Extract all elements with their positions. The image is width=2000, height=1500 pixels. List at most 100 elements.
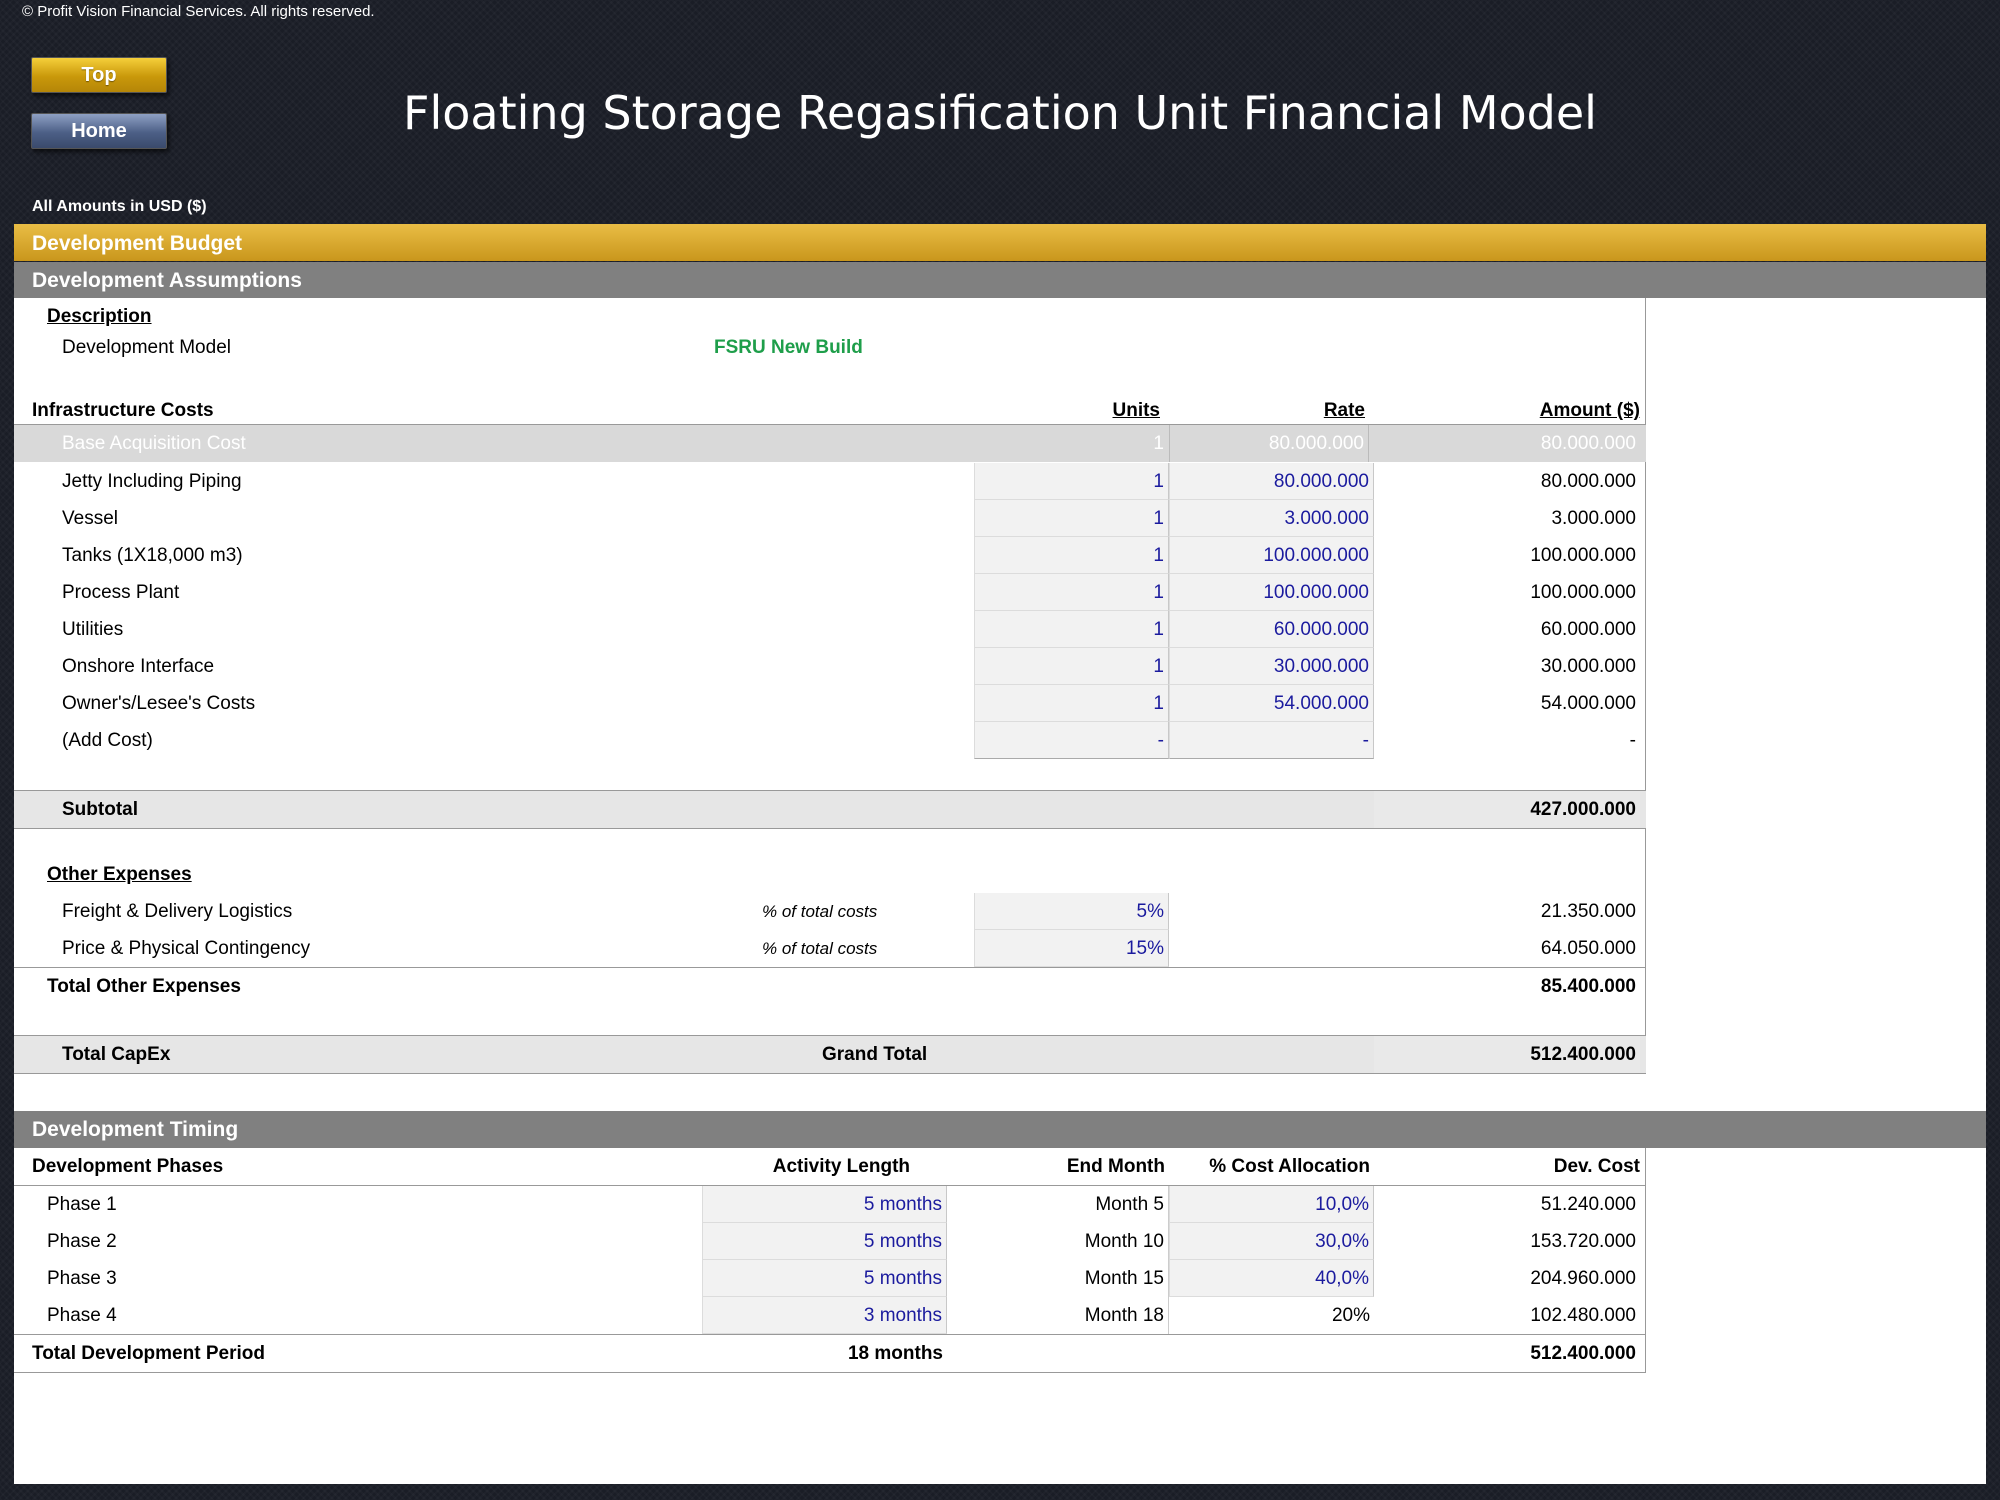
row-label: Onshore Interface [62, 656, 215, 677]
rate-cell: 80.000.000 [1169, 425, 1369, 462]
cost-allocation-input[interactable]: 30,0% [1169, 1223, 1374, 1260]
basis-label: % of total costs [762, 902, 878, 921]
activity-length-header: Activity Length [772, 1156, 910, 1177]
dev-cost-header: Dev. Cost [1553, 1156, 1640, 1177]
end-month-cell: Month 10 [964, 1223, 1169, 1260]
table-row: Freight & Delivery Logistics % of total … [14, 893, 1646, 930]
amount-cell: 100.000.000 [1530, 545, 1636, 566]
cost-allocation-input[interactable]: 10,0% [1169, 1186, 1374, 1223]
amount-cell: 60.000.000 [1540, 619, 1636, 640]
currency-note: All Amounts in USD ($) [32, 198, 207, 215]
dev-cost-cell: 51.240.000 [1540, 1194, 1636, 1215]
grand-total-label: Grand Total [822, 1044, 928, 1065]
amount-cell: 64.050.000 [1540, 938, 1636, 959]
section-development-budget: Development Budget [14, 224, 1986, 261]
phases-header: Development Phases [32, 1156, 224, 1177]
development-model-label: Development Model [62, 337, 231, 358]
total-length-value: 18 months [847, 1343, 943, 1364]
rate-input[interactable]: - [1169, 722, 1374, 759]
row-label: (Add Cost) [62, 730, 153, 751]
page-title: Floating Storage Regasification Unit Fin… [403, 86, 1597, 140]
cost-allocation-header: % Cost Allocation [1209, 1156, 1370, 1177]
units-input[interactable]: 1 [974, 685, 1169, 722]
total-capex-value: 512.400.000 [1374, 1036, 1640, 1073]
table-row: Utilities 1 60.000.000 60.000.000 [14, 611, 1646, 648]
total-other-expenses-label: Total Other Expenses [47, 976, 241, 997]
rate-input[interactable]: 30.000.000 [1169, 648, 1374, 685]
activity-length-input[interactable]: 5 months [702, 1186, 947, 1223]
subtotal-value: 427.000.000 [1374, 791, 1640, 828]
other-expenses-heading: Other Expenses [47, 864, 192, 885]
phase-label: Phase 1 [47, 1194, 117, 1215]
amount-cell: 21.350.000 [1540, 901, 1636, 922]
end-month-cell: Month 5 [964, 1186, 1169, 1223]
total-development-row: Total Development Period 18 months 512.4… [14, 1335, 1646, 1372]
percent-input[interactable]: 5% [974, 893, 1169, 930]
amount-cell: 80.000.000 [1540, 471, 1636, 492]
section-development-assumptions: Development Assumptions [14, 262, 1986, 299]
table-row: (Add Cost) - - - [14, 722, 1646, 759]
total-dev-cost-value: 512.400.000 [1530, 1343, 1636, 1364]
subtotal-label: Subtotal [62, 799, 138, 820]
end-month-cell: Month 18 [964, 1297, 1169, 1334]
activity-length-input[interactable]: 3 months [702, 1297, 947, 1334]
subtotal-row: Subtotal 427.000.000 [14, 791, 1646, 828]
units-input[interactable]: 1 [974, 648, 1169, 685]
amount-cell: 80.000.000 [1540, 433, 1636, 454]
units-input[interactable]: 1 [974, 611, 1169, 648]
cost-allocation-input[interactable]: 40,0% [1169, 1260, 1374, 1297]
phase-label: Phase 4 [47, 1305, 117, 1326]
row-label: Base Acquisition Cost [62, 433, 246, 454]
table-row: Onshore Interface 1 30.000.000 30.000.00… [14, 648, 1646, 685]
total-capex-label: Total CapEx [62, 1044, 171, 1065]
total-development-label: Total Development Period [32, 1343, 265, 1364]
rate-input[interactable]: 80.000.000 [1169, 463, 1374, 500]
units-input[interactable]: - [974, 722, 1169, 759]
dev-cost-cell: 102.480.000 [1530, 1305, 1636, 1326]
cost-allocation-cell: 20% [1331, 1305, 1370, 1326]
activity-length-input[interactable]: 5 months [702, 1223, 947, 1260]
units-input[interactable]: 1 [974, 574, 1169, 611]
rate-input[interactable]: 60.000.000 [1169, 611, 1374, 648]
row-label: Freight & Delivery Logistics [62, 901, 293, 922]
table-row: Phase 3 5 months Month 15 40,0% 204.960.… [14, 1260, 1646, 1297]
end-month-cell: Month 15 [964, 1260, 1169, 1297]
phase-label: Phase 2 [47, 1231, 117, 1252]
units-input[interactable]: 1 [974, 537, 1169, 574]
units-input[interactable]: 1 [974, 463, 1169, 500]
development-model-value[interactable]: FSRU New Build [714, 329, 863, 366]
section-development-timing: Development Timing [14, 1111, 1986, 1148]
total-other-expenses-row: Total Other Expenses 85.400.000 [14, 968, 1646, 1005]
table-row: Phase 2 5 months Month 10 30,0% 153.720.… [14, 1223, 1646, 1260]
amount-cell: 30.000.000 [1540, 656, 1636, 677]
rate-input[interactable]: 3.000.000 [1169, 500, 1374, 537]
assumptions-sheet: Description Development Model FSRU New B… [14, 298, 1646, 1074]
timing-sheet: Development Phases Activity Length End M… [14, 1148, 1646, 1373]
table-row: Phase 4 3 months Month 18 20% 102.480.00… [14, 1297, 1646, 1334]
amount-cell: 54.000.000 [1540, 693, 1636, 714]
rate-input[interactable]: 100.000.000 [1169, 574, 1374, 611]
rate-input[interactable]: 54.000.000 [1169, 685, 1374, 722]
table-row: Phase 1 5 months Month 5 10,0% 51.240.00… [14, 1186, 1646, 1223]
row-label: Utilities [62, 619, 124, 640]
end-month-header: End Month [1066, 1156, 1165, 1177]
table-row: Vessel 1 3.000.000 3.000.000 [14, 500, 1646, 537]
table-row: Jetty Including Piping 1 80.000.000 80.0… [14, 463, 1646, 500]
amount-cell: 100.000.000 [1530, 582, 1636, 603]
dev-cost-cell: 153.720.000 [1530, 1231, 1636, 1252]
activity-length-input[interactable]: 5 months [702, 1260, 947, 1297]
rate-input[interactable]: 100.000.000 [1169, 537, 1374, 574]
table-row: Base Acquisition Cost 1 80.000.000 80.00… [14, 425, 1646, 462]
table-row: Tanks (1X18,000 m3) 1 100.000.000 100.00… [14, 537, 1646, 574]
row-label: Vessel [62, 508, 118, 529]
percent-input[interactable]: 15% [974, 930, 1169, 967]
units-input[interactable]: 1 [974, 500, 1169, 537]
table-row: Price & Physical Contingency % of total … [14, 930, 1646, 967]
amount-cell: - [1629, 730, 1636, 751]
table-row: Owner's/Lesee's Costs 1 54.000.000 54.00… [14, 685, 1646, 722]
units-cell: 1 [1153, 433, 1164, 454]
dev-cost-cell: 204.960.000 [1530, 1268, 1636, 1289]
row-label: Tanks (1X18,000 m3) [62, 545, 243, 566]
amount-cell: 3.000.000 [1551, 508, 1636, 529]
basis-label: % of total costs [762, 939, 878, 958]
